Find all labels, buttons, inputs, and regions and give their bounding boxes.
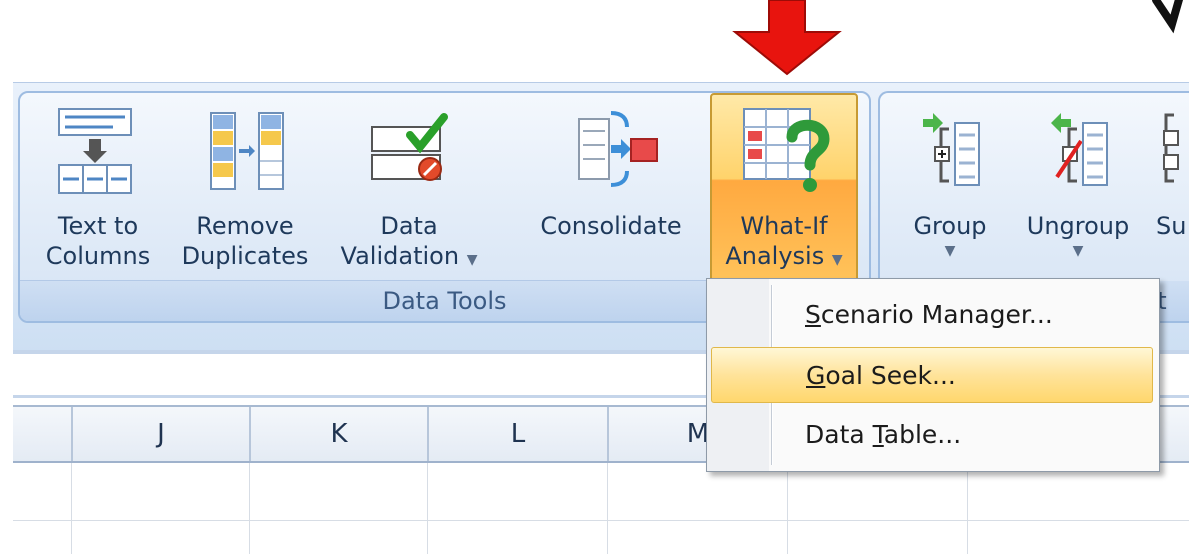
what-if-analysis-icon: [743, 108, 830, 192]
column-gridline: [967, 463, 968, 554]
row-gridline: [13, 520, 1189, 521]
ungroup-label: Ungroup: [1026, 212, 1130, 240]
consolidate-icon: [578, 111, 658, 187]
dropdown-caret-icon: ▼: [944, 243, 956, 259]
remove-duplicates-button[interactable]: Remove Duplicates: [170, 93, 320, 283]
dropdown-caret-icon: ▼: [466, 252, 478, 268]
ungroup-button[interactable]: Ungroup ▼: [1016, 93, 1140, 283]
remove-duplicates-label: Remove Duplicates: [181, 212, 309, 270]
column-header-k[interactable]: K: [249, 407, 427, 461]
menu-item-scenario-manager[interactable]: Scenario Manager...: [711, 287, 1153, 343]
group-label: Group: [913, 212, 987, 240]
menu-item-data-table[interactable]: Data Table...: [711, 407, 1153, 463]
column-gridline: [249, 463, 250, 554]
dropdown-caret-icon: ▼: [831, 252, 843, 268]
consolidate-label: Consolidate: [540, 212, 682, 240]
text-to-columns-label: Text to Columns: [45, 212, 151, 270]
dropdown-caret-icon: ▼: [1072, 243, 1084, 259]
consolidate-button[interactable]: Consolidate: [526, 93, 696, 283]
menu-item-label: Data Table...: [805, 420, 962, 449]
column-gridline: [787, 463, 788, 554]
column-gridline: [71, 463, 72, 554]
group-button[interactable]: Group ▼: [890, 93, 1010, 283]
red-down-arrow-icon: [732, 0, 842, 76]
text-to-columns-icon: [58, 108, 132, 194]
menu-item-goal-seek[interactable]: Goal Seek...: [711, 347, 1153, 403]
subtotal-label: Su: [1156, 212, 1187, 240]
data-validation-label: Data Validation ▼: [340, 212, 478, 270]
column-header-l[interactable]: L: [427, 407, 607, 461]
data-validation-button[interactable]: Data Validation ▼: [324, 93, 494, 283]
subtotal-button[interactable]: Su: [1150, 93, 1189, 283]
menu-item-label: Scenario Manager...: [805, 300, 1053, 329]
what-if-analysis-label: What-If Analysis ▼: [725, 212, 843, 270]
ungroup-icon: [1051, 113, 1108, 186]
data-validation-icon: [371, 113, 448, 181]
what-if-analysis-button[interactable]: What-If Analysis ▼: [710, 93, 858, 283]
menu-item-label: Goal Seek...: [806, 361, 956, 390]
group-icon: [923, 113, 980, 186]
remove-duplicates-icon: [210, 112, 284, 190]
column-gridline: [427, 463, 428, 554]
column-gridline: [607, 463, 608, 554]
what-if-analysis-menu: Scenario Manager... Goal Seek... Data Ta…: [706, 278, 1160, 472]
column-header-j[interactable]: J: [71, 407, 249, 461]
text-to-columns-button[interactable]: Text to Columns: [38, 93, 158, 283]
subtotal-icon: [1163, 113, 1179, 183]
cropped-title-glyph: [1152, 0, 1184, 34]
column-header-partial[interactable]: [13, 407, 71, 461]
